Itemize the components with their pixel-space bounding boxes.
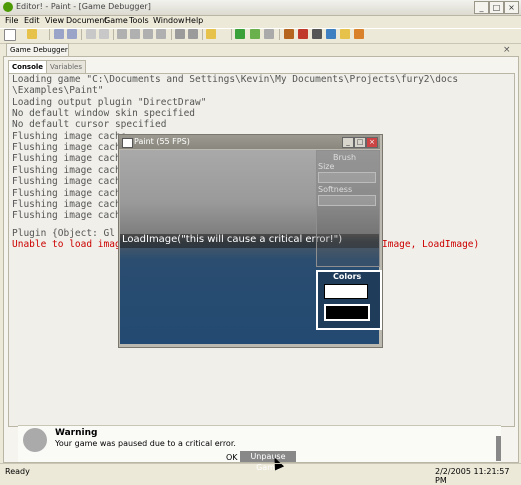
paint-minimize-button[interactable]: _ bbox=[342, 137, 354, 148]
toolbar-separator bbox=[171, 29, 172, 40]
paint-window-title: Paint (55 FPS) bbox=[134, 137, 190, 146]
close-icon[interactable]: × bbox=[503, 45, 511, 55]
toolbar-separator bbox=[202, 29, 203, 40]
play-icon[interactable] bbox=[235, 29, 245, 39]
character-icon[interactable] bbox=[340, 29, 350, 39]
unpause-game-button[interactable]: Unpause Game bbox=[240, 451, 296, 472]
toolbar-separator bbox=[49, 29, 50, 40]
tab-console[interactable]: Console bbox=[8, 60, 48, 73]
toolbar-separator bbox=[231, 29, 232, 40]
map-icon[interactable] bbox=[298, 29, 308, 39]
menu-tools[interactable]: Tools bbox=[129, 16, 149, 25]
error-overlay-text: LoadImage("this will cause a critical er… bbox=[122, 234, 343, 245]
console-line: Flushing image cache bbox=[12, 131, 127, 142]
console-line: Flushing image cach bbox=[12, 210, 121, 221]
console-line: Loading game "C:\Documents and Settings\… bbox=[12, 74, 459, 85]
scrollbar[interactable] bbox=[496, 436, 501, 461]
size-label: Size bbox=[318, 162, 335, 171]
toolbar bbox=[0, 28, 521, 44]
paint-maximize-button[interactable]: □ bbox=[354, 137, 366, 148]
colors-label: Colors bbox=[333, 272, 362, 281]
save-all-icon[interactable] bbox=[67, 29, 77, 39]
console-line: Flushing image cach bbox=[12, 153, 121, 164]
brush-label: Brush bbox=[333, 153, 357, 162]
console-line: No default window skin specified bbox=[12, 108, 196, 119]
console-line: Flushing image cach bbox=[12, 199, 121, 210]
pause-icon[interactable] bbox=[250, 29, 260, 39]
grid-icon[interactable] bbox=[188, 29, 198, 39]
console-error-line-tail: Image, LoadImage) bbox=[382, 239, 480, 250]
delete-icon[interactable] bbox=[156, 29, 166, 39]
console-line: Flushing image cach bbox=[12, 176, 121, 187]
console-line: Flushing image cach bbox=[12, 188, 121, 199]
menu-file[interactable]: File bbox=[5, 16, 18, 25]
status-datetime: 2/2/2005 11:21:57 PM bbox=[435, 467, 510, 485]
undo-icon[interactable] bbox=[86, 29, 96, 39]
size-slider[interactable] bbox=[318, 172, 376, 183]
toolbar-separator bbox=[113, 29, 114, 40]
app-icon bbox=[3, 2, 13, 12]
minimize-button[interactable]: _ bbox=[474, 1, 489, 14]
warning-icon bbox=[23, 428, 47, 452]
build-icon[interactable] bbox=[206, 29, 216, 39]
resource-icon[interactable] bbox=[354, 29, 364, 39]
menu-view[interactable]: View bbox=[45, 16, 64, 25]
maximize-button[interactable]: □ bbox=[489, 1, 504, 14]
new-icon[interactable] bbox=[4, 29, 16, 41]
primary-color-swatch[interactable] bbox=[324, 284, 368, 299]
window-icon bbox=[122, 138, 133, 148]
menu-edit[interactable]: Edit bbox=[24, 16, 40, 25]
paste-icon[interactable] bbox=[143, 29, 153, 39]
copy-icon[interactable] bbox=[130, 29, 140, 39]
redo-icon[interactable] bbox=[99, 29, 109, 39]
sprite-icon[interactable] bbox=[284, 29, 294, 39]
softness-slider[interactable] bbox=[318, 195, 376, 206]
menu-help[interactable]: Help bbox=[185, 16, 203, 25]
console-error-line: Unable to load imag bbox=[12, 239, 121, 250]
save-icon[interactable] bbox=[54, 29, 64, 39]
toolbar-separator bbox=[279, 29, 280, 40]
close-button[interactable]: × bbox=[504, 1, 519, 14]
console-line: Loading output plugin "DirectDraw" bbox=[12, 97, 207, 108]
status-text: Ready bbox=[5, 467, 30, 476]
game-debugger-tab[interactable]: Game Debugger bbox=[6, 43, 69, 56]
warning-message: Your game was paused due to a critical e… bbox=[55, 439, 236, 448]
cut-icon[interactable] bbox=[117, 29, 127, 39]
tileset-icon[interactable] bbox=[312, 29, 322, 39]
menu-window[interactable]: Window bbox=[153, 16, 185, 25]
layout-icon[interactable] bbox=[175, 29, 185, 39]
console-line: Flushing image cach bbox=[12, 142, 121, 153]
menu-document[interactable]: Document bbox=[66, 16, 107, 25]
warning-title: Warning bbox=[55, 428, 98, 438]
tab-variables[interactable]: Variables bbox=[46, 60, 86, 73]
toolbar-separator bbox=[81, 29, 82, 40]
console-line: Flushing image cach bbox=[12, 165, 121, 176]
console-line: Plugin {Object: Gl bbox=[12, 228, 115, 239]
console-line: No default cursor specified bbox=[12, 119, 167, 130]
stop-icon[interactable] bbox=[264, 29, 274, 39]
ok-button[interactable]: OK bbox=[226, 453, 238, 462]
secondary-color-swatch[interactable] bbox=[324, 304, 370, 321]
open-icon[interactable] bbox=[27, 29, 37, 39]
paint-close-button[interactable]: × bbox=[366, 137, 378, 148]
window-title: Editor! - Paint - [Game Debugger] bbox=[16, 2, 151, 11]
script-icon[interactable] bbox=[326, 29, 336, 39]
softness-label: Softness bbox=[318, 185, 353, 194]
console-line: \Examples\Paint" bbox=[12, 85, 104, 96]
menu-game[interactable]: Game bbox=[104, 16, 128, 25]
